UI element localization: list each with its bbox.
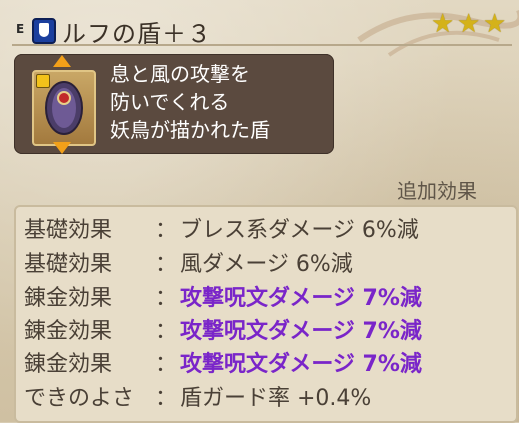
description-line: 息と風の攻撃を	[110, 62, 250, 86]
effect-row: 錬金効果 ： 攻撃呪文ダメージ 7%減	[24, 279, 422, 313]
effect-category: 基礎効果	[24, 252, 113, 277]
effect-value: 盾ガード率 +0.4%	[180, 386, 372, 411]
description-line: 妖鳥が描かれた盾	[110, 118, 270, 142]
item-description: 息と風の攻撃を 防いでくれる 妖鳥が描かれた盾	[110, 60, 330, 144]
effect-value: ブレス系ダメージ 6%減	[180, 218, 419, 243]
effect-row: できのよさ ： 盾ガード率 +0.4%	[24, 379, 371, 413]
arrow-up-icon[interactable]	[53, 55, 71, 67]
star-icon: ★	[483, 9, 507, 39]
effect-value: 攻撃呪文ダメージ 7%減	[180, 319, 422, 344]
star-icon: ★	[457, 9, 481, 39]
effect-category: 錬金効果	[24, 319, 113, 344]
effect-row: 錬金効果 ： 攻撃呪文ダメージ 7%減	[24, 312, 422, 346]
description-line: 防いでくれる	[110, 90, 230, 114]
equipped-mark: E	[16, 22, 25, 36]
shield-icon	[45, 81, 83, 135]
effect-separator: ：	[154, 319, 177, 344]
effect-separator: ：	[154, 386, 177, 411]
effect-value: 攻撃呪文ダメージ 7%減	[180, 286, 422, 311]
effect-category: 基礎効果	[24, 218, 113, 243]
title-divider	[12, 44, 512, 46]
effect-separator: ：	[154, 252, 177, 277]
extra-effects-label: 追加効果	[397, 179, 477, 203]
rarity-stars: ★ ★ ★	[431, 9, 507, 39]
arrow-down-icon[interactable]	[53, 142, 71, 154]
effect-separator: ：	[154, 218, 177, 243]
effect-separator: ：	[154, 352, 177, 377]
effect-value: 風ダメージ 6%減	[180, 252, 353, 277]
effect-category: 錬金効果	[24, 352, 113, 377]
shield-badge-icon	[32, 18, 56, 44]
effect-row: 基礎効果 ： 風ダメージ 6%減	[24, 245, 353, 279]
effect-category: 錬金効果	[24, 286, 113, 311]
item-icon-frame[interactable]	[32, 70, 96, 146]
effect-value: 攻撃呪文ダメージ 7%減	[180, 352, 422, 377]
star-icon: ★	[431, 9, 455, 39]
effect-category: できのよさ	[24, 386, 135, 411]
effect-row: 錬金効果 ： 攻撃呪文ダメージ 7%減	[24, 345, 422, 379]
effect-separator: ：	[154, 286, 177, 311]
effect-row: 基礎効果 ： ブレス系ダメージ 6%減	[24, 211, 419, 245]
